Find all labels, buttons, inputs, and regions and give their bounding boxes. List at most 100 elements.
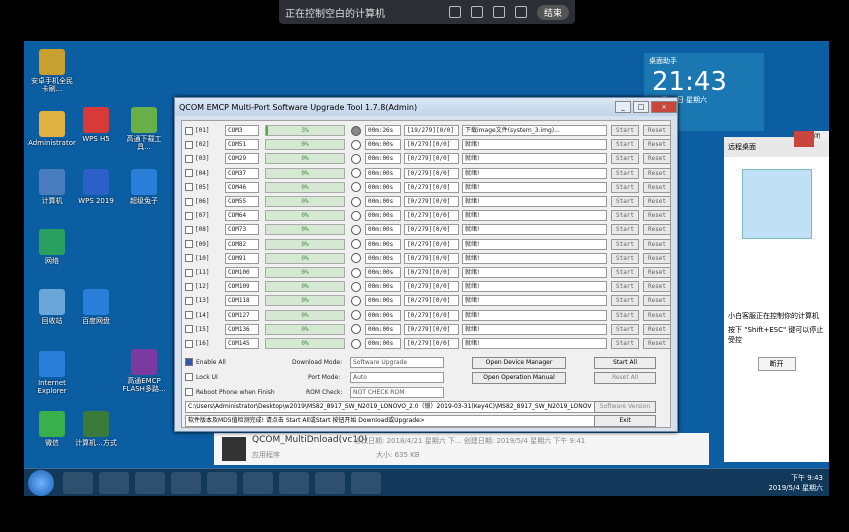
start-button[interactable]: Start — [611, 139, 639, 151]
desktop-icon[interactable]: 高通下载工具... — [120, 107, 168, 151]
reset-button[interactable]: Reset — [643, 224, 671, 236]
port-checkbox[interactable] — [185, 154, 193, 163]
desktop-icon[interactable]: 高通EMCP FLASH多路... — [120, 349, 168, 393]
rom-check-select[interactable]: NOT CHECK ROM — [350, 387, 444, 398]
com-select[interactable]: COM64 — [225, 210, 259, 222]
start-button[interactable]: Start — [611, 281, 639, 293]
desktop-icon[interactable]: WPS 2019 — [72, 169, 120, 205]
com-select[interactable]: COM100 — [225, 267, 259, 278]
port-checkbox[interactable] — [185, 311, 193, 320]
com-select[interactable]: COM136 — [225, 323, 259, 335]
com-select[interactable]: COM118 — [225, 295, 259, 307]
com-select[interactable]: COM51 — [225, 139, 259, 151]
port-checkbox[interactable] — [185, 325, 193, 334]
reset-button[interactable]: Reset — [643, 153, 671, 165]
exit-button[interactable]: Exit — [594, 415, 656, 427]
panel-close-button[interactable] — [794, 131, 814, 147]
quality-icon[interactable] — [492, 6, 505, 18]
start-button[interactable]: Start — [611, 238, 639, 250]
port-checkbox[interactable] — [185, 211, 193, 220]
desktop-icon[interactable]: 微信 — [28, 411, 76, 447]
reboot-checkbox[interactable] — [185, 388, 193, 396]
reset-button[interactable]: Reset — [643, 238, 671, 250]
close-button[interactable]: × — [651, 101, 677, 113]
start-button[interactable]: Start — [611, 210, 639, 222]
port-checkbox[interactable] — [185, 126, 193, 135]
desktop-icon[interactable]: 安卓手机全民卡刷... — [28, 49, 76, 93]
reset-button[interactable]: Reset — [643, 181, 671, 193]
desktop-icon[interactable]: Administrator — [28, 111, 76, 147]
start-button[interactable]: Start — [611, 295, 639, 307]
reset-all-button[interactable]: Reset All — [594, 372, 656, 384]
download-mode-select[interactable]: Software Upgrade — [350, 357, 444, 368]
desktop-icon[interactable]: 网络 — [28, 229, 76, 265]
taskbar-item[interactable] — [63, 471, 93, 494]
port-checkbox[interactable] — [185, 183, 193, 192]
port-mode-select[interactable]: Auto — [350, 372, 444, 383]
desktop-icon[interactable]: 计算机 — [28, 169, 76, 205]
pin-icon[interactable] — [514, 6, 527, 18]
start-button[interactable]: Start — [611, 181, 639, 193]
port-checkbox[interactable] — [185, 225, 193, 234]
com-select[interactable]: COM82 — [225, 238, 259, 250]
screenshot-icon[interactable] — [448, 6, 461, 18]
com-select[interactable]: COM55 — [225, 196, 259, 207]
taskbar-item[interactable] — [99, 471, 129, 494]
reset-button[interactable]: Reset — [643, 167, 671, 179]
enable-all-option[interactable]: Enable All — [185, 358, 226, 366]
reset-button[interactable]: Reset — [643, 196, 671, 207]
reset-button[interactable]: Reset — [643, 125, 671, 136]
start-button[interactable]: Start — [611, 125, 639, 136]
com-select[interactable]: COM91 — [225, 252, 259, 264]
taskbar-item[interactable] — [243, 471, 273, 494]
reset-button[interactable]: Reset — [643, 295, 671, 307]
desktop-icon[interactable]: 计算机...方式 — [72, 411, 120, 447]
enable-all-checkbox[interactable] — [185, 358, 193, 366]
start-button[interactable]: Start — [611, 267, 639, 278]
end-button[interactable]: 结束 — [536, 4, 569, 20]
com-select[interactable]: COM127 — [225, 309, 259, 321]
taskbar-item[interactable] — [315, 471, 345, 494]
taskbar-item[interactable] — [279, 471, 309, 494]
desktop-icon[interactable]: 百度网盘 — [72, 289, 120, 325]
operation-manual-button[interactable]: Open Operation Manual — [472, 372, 566, 384]
reset-button[interactable]: Reset — [643, 267, 671, 278]
com-select[interactable]: COM145 — [225, 338, 259, 349]
desktop-icon[interactable]: 超级兔子 — [120, 169, 168, 205]
lock-ui-option[interactable]: Lock UI — [185, 373, 218, 381]
reboot-option[interactable]: Reboot Phone when Finish — [185, 388, 275, 396]
system-clock[interactable]: 下午 9:43 2019/5/4 星期六 — [768, 473, 829, 493]
reset-button[interactable]: Reset — [643, 252, 671, 264]
start-button[interactable]: Start — [611, 224, 639, 236]
volume-icon[interactable] — [470, 6, 483, 18]
taskbar-item[interactable] — [351, 471, 381, 494]
port-checkbox[interactable] — [185, 169, 193, 178]
reset-button[interactable]: Reset — [643, 281, 671, 293]
port-checkbox[interactable] — [185, 197, 193, 206]
reset-button[interactable]: Reset — [643, 210, 671, 222]
desktop-icon[interactable]: Internet Explorer — [28, 351, 76, 395]
device-manager-button[interactable]: Open Device Manager — [472, 357, 566, 369]
desktop-icon[interactable]: WPS H5 — [72, 107, 120, 143]
reset-button[interactable]: Reset — [643, 139, 671, 151]
com-select[interactable]: COM37 — [225, 167, 259, 179]
com-select[interactable]: COM29 — [225, 153, 259, 165]
desktop-icon[interactable]: 回收站 — [28, 289, 76, 325]
maximize-button[interactable]: □ — [633, 101, 649, 113]
start-button[interactable]: Start — [611, 167, 639, 179]
port-checkbox[interactable] — [185, 296, 193, 305]
com-select[interactable]: COM3 — [225, 125, 259, 136]
reset-button[interactable]: Reset — [643, 309, 671, 321]
reset-button[interactable]: Reset — [643, 323, 671, 335]
port-checkbox[interactable] — [185, 240, 193, 249]
com-select[interactable]: COM73 — [225, 224, 259, 236]
start-button[interactable]: Start — [611, 338, 639, 349]
start-button[interactable]: Start — [611, 196, 639, 207]
port-checkbox[interactable] — [185, 282, 193, 291]
lock-ui-checkbox[interactable] — [185, 373, 193, 381]
disconnect-button[interactable]: 断开 — [757, 357, 796, 371]
start-button[interactable]: Start — [611, 323, 639, 335]
port-checkbox[interactable] — [185, 339, 193, 348]
com-select[interactable]: COM46 — [225, 181, 259, 193]
start-button[interactable]: Start — [611, 252, 639, 264]
